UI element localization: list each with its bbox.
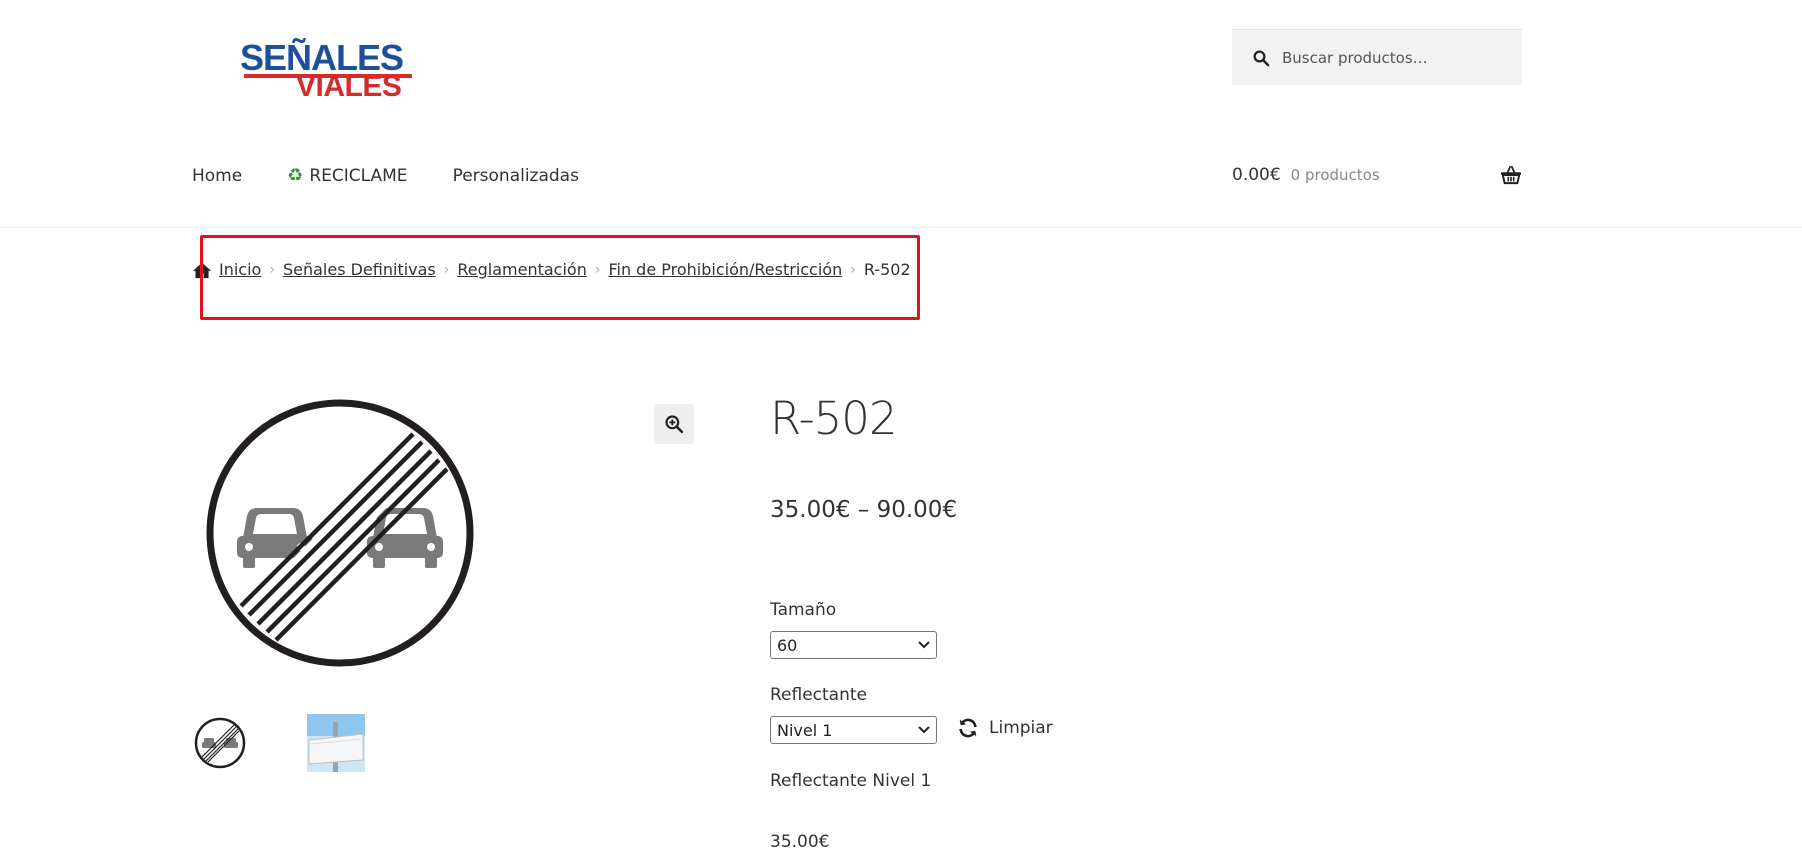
nav-item-home[interactable]: Home bbox=[192, 166, 242, 186]
header-cart[interactable]: 0.00€ 0 productos bbox=[1232, 165, 1522, 185]
variation-description: Reflectante Nivel 1 bbox=[770, 771, 932, 791]
cart-amount: 0.00€ bbox=[1232, 165, 1281, 185]
nav-item-personalizadas[interactable]: Personalizadas bbox=[453, 166, 579, 186]
reset-variations-label: Limpiar bbox=[989, 718, 1053, 738]
zoom-button[interactable] bbox=[654, 404, 694, 444]
product-search[interactable] bbox=[1232, 29, 1522, 85]
search-icon bbox=[1253, 50, 1270, 66]
reflective-label: Reflectante bbox=[770, 685, 868, 705]
nav-item-label: Personalizadas bbox=[452, 165, 579, 186]
recycle-icon: ♻ bbox=[287, 165, 304, 186]
variation-price: 35.00€ bbox=[770, 832, 830, 851]
size-select[interactable]: 60 bbox=[770, 631, 937, 659]
chevron-down-icon bbox=[918, 726, 930, 734]
product-thumbnail-installed[interactable] bbox=[307, 714, 365, 772]
refresh-icon bbox=[959, 718, 977, 738]
header-divider bbox=[0, 227, 1802, 228]
primary-navigation: Home ♻ RECICLAME Personalizadas bbox=[192, 165, 624, 186]
breadcrumb-highlight-box bbox=[200, 235, 920, 320]
product-price-range: 35.00€ – 90.00€ bbox=[770, 497, 958, 523]
chevron-down-icon bbox=[918, 641, 930, 649]
nav-item-label: RECICLAME bbox=[309, 165, 408, 186]
basket-icon[interactable] bbox=[1500, 165, 1522, 185]
product-thumbnail-sign[interactable] bbox=[194, 717, 246, 769]
reflective-select-value: Nivel 1 bbox=[777, 720, 833, 740]
cart-count: 0 productos bbox=[1290, 166, 1380, 184]
nav-item-label: Home bbox=[192, 165, 243, 186]
size-label: Tamaño bbox=[770, 600, 837, 620]
product-main-image[interactable] bbox=[205, 398, 475, 668]
size-select-value: 60 bbox=[777, 635, 798, 655]
logo-text-line2: VIALES bbox=[296, 70, 402, 103]
site-logo[interactable]: SEÑALES VIALES bbox=[240, 40, 420, 102]
zoom-in-icon bbox=[665, 415, 684, 434]
reset-variations-button[interactable]: Limpiar bbox=[957, 717, 1053, 739]
nav-item-reciclame[interactable]: ♻ RECICLAME bbox=[287, 165, 407, 186]
product-title: R-502 bbox=[770, 392, 898, 445]
search-input[interactable] bbox=[1282, 48, 1502, 67]
reflective-select[interactable]: Nivel 1 bbox=[770, 716, 937, 744]
